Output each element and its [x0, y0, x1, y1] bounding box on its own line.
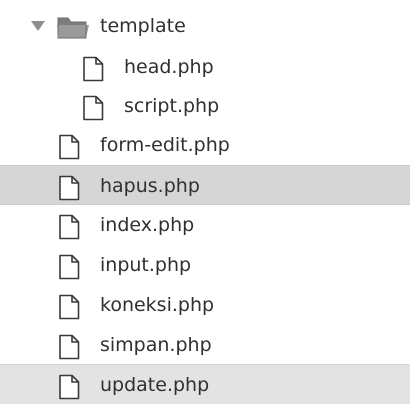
tree-file-script-php[interactable]: script.php	[0, 86, 410, 126]
tree-file-label: script.php	[124, 95, 220, 117]
tree-file-hapus-php[interactable]: hapus.php	[0, 165, 410, 205]
tree-file-koneksi-php[interactable]: koneksi.php	[0, 285, 410, 325]
tree-file-update-php[interactable]: update.php	[0, 364, 410, 404]
tree-file-simpan-php[interactable]: simpan.php	[0, 325, 410, 365]
file-icon	[59, 294, 80, 320]
tree-file-label: update.php	[100, 374, 210, 396]
tree-file-head-php[interactable]: head.php	[0, 47, 410, 87]
tree-folder-template[interactable]: template	[0, 6, 410, 46]
file-tree-sidebar: template head.php script.php form-edit.p…	[0, 0, 410, 404]
file-icon	[83, 56, 104, 82]
tree-file-index-php[interactable]: index.php	[0, 205, 410, 245]
tree-file-label: input.php	[100, 254, 192, 276]
tree-file-label: index.php	[100, 214, 195, 236]
tree-file-input-php[interactable]: input.php	[0, 245, 410, 285]
tree-file-label: hapus.php	[100, 175, 200, 197]
folder-open-icon	[57, 17, 89, 39]
tree-file-form-edit-php[interactable]: form-edit.php	[0, 125, 410, 165]
file-icon	[59, 334, 80, 360]
file-icon	[59, 214, 80, 240]
file-icon	[59, 175, 80, 201]
file-icon	[59, 254, 80, 280]
file-icon	[59, 374, 80, 400]
tree-file-label: head.php	[124, 56, 214, 78]
tree-file-label: koneksi.php	[100, 294, 215, 316]
file-icon	[59, 134, 80, 160]
chevron-down-icon[interactable]	[30, 19, 46, 33]
tree-file-label: form-edit.php	[100, 134, 230, 156]
tree-folder-label: template	[100, 15, 186, 37]
tree-file-label: simpan.php	[100, 334, 212, 356]
file-icon	[83, 95, 104, 121]
